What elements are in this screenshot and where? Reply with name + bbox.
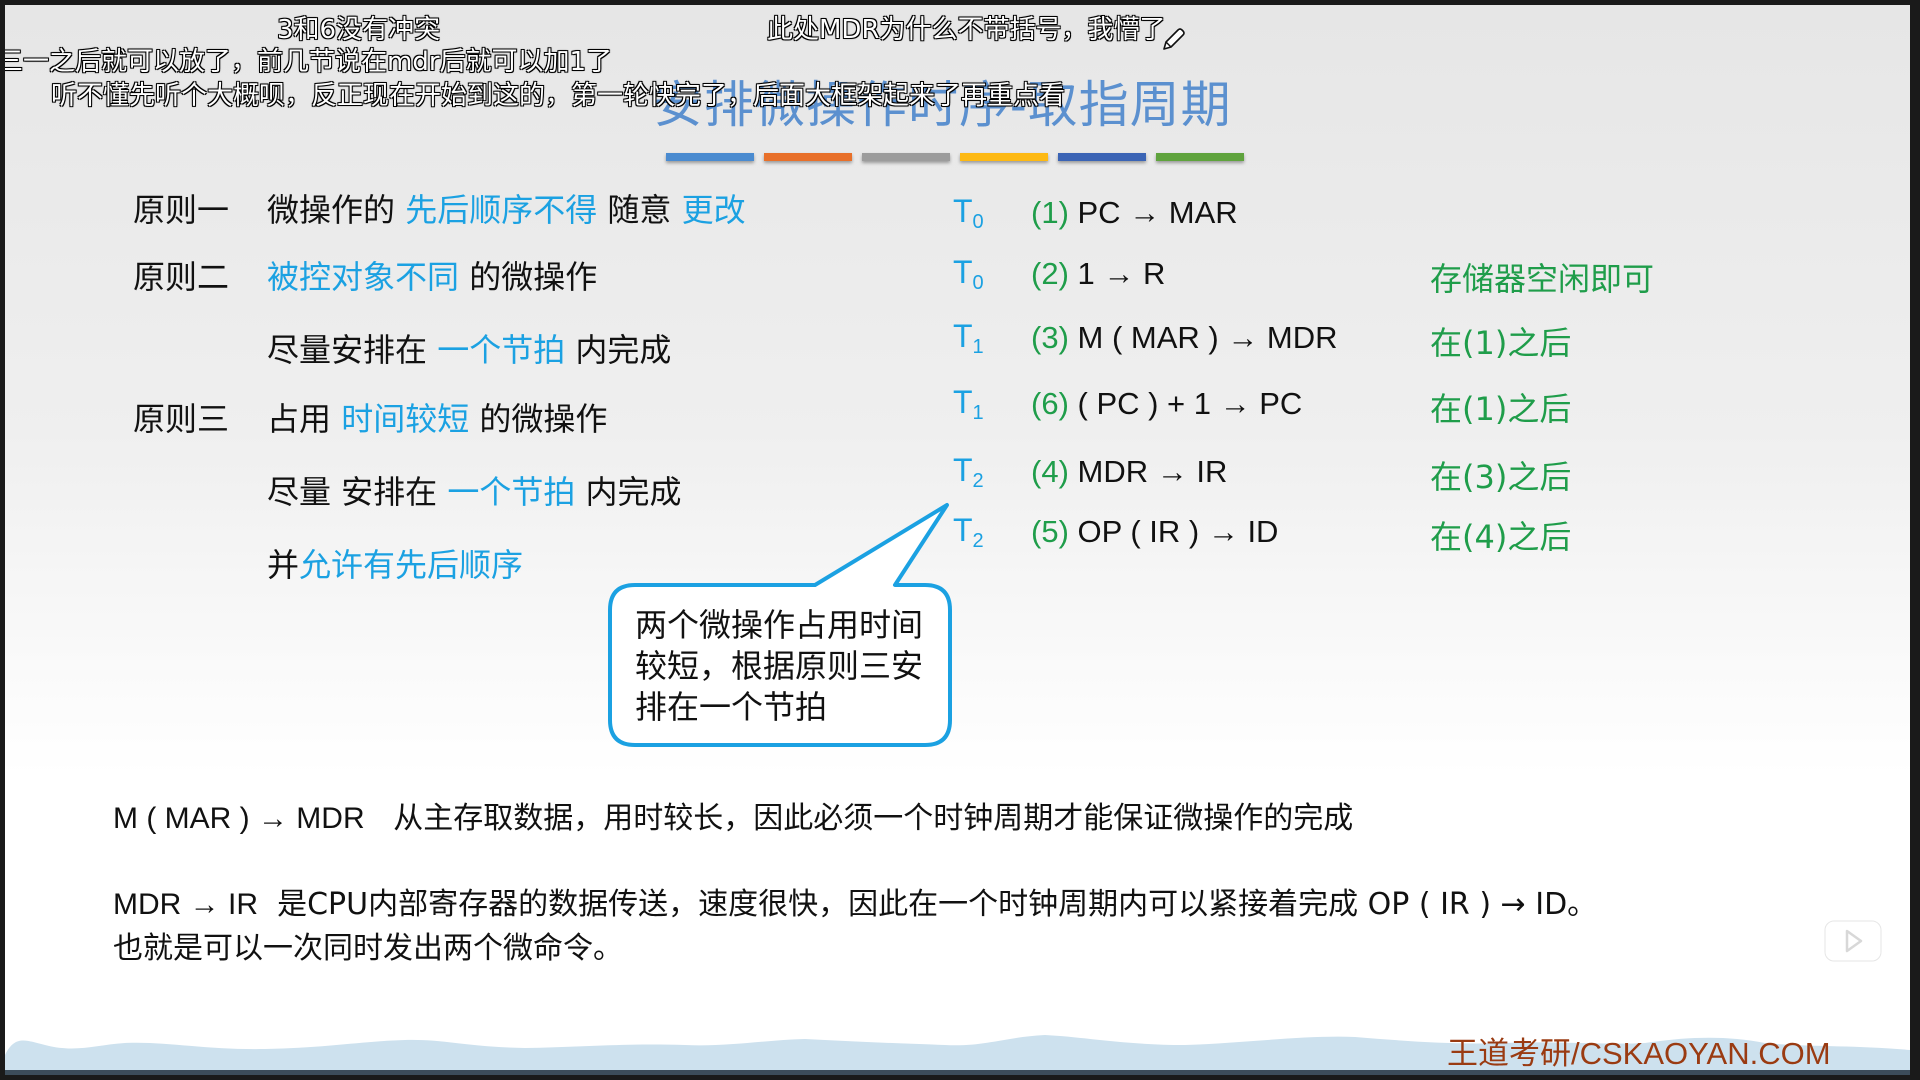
plain-phrase: 的微操作 — [459, 258, 598, 296]
brand-watermark: 王道考研/CSKAOYAN.COM — [1447, 1036, 1831, 1071]
micro-op: (1) PC → MAR — [1031, 195, 1238, 231]
timing-subscript: 2 — [972, 470, 984, 492]
highlighted-phrase: 一个节拍 — [437, 331, 566, 369]
highlighted-phrase: 一个节拍 — [447, 473, 576, 511]
micro-op-number: (1) — [1031, 195, 1069, 230]
timing-letter: T — [953, 318, 973, 354]
pencil-icon[interactable] — [1160, 27, 1186, 53]
micro-op-expression: MDR → IR — [1068, 454, 1228, 489]
principle-text: 尽量安排在 一个节拍 内完成 — [267, 325, 671, 371]
title-color-bar — [960, 153, 1048, 161]
micro-op-expression: ( PC ) + 1 → PC — [1068, 386, 1303, 421]
highlighted-phrase: 先后顺序不得 — [405, 191, 598, 229]
plain-phrase: 内完成 — [565, 331, 672, 369]
title-color-bar — [764, 153, 852, 161]
timing-label: T0 — [953, 193, 984, 234]
highlighted-phrase: 更改 — [681, 191, 746, 229]
micro-op-expression: PC → MAR — [1068, 195, 1238, 230]
bilibili-tv-icon[interactable] — [1823, 910, 1883, 962]
title-color-bar — [1156, 153, 1244, 161]
plain-phrase: 尽量安排在 — [267, 331, 438, 369]
danmaku-comment: 听不懂先听个大概呗，反正现在开始到这的，第一轮快完了，后面大框架起来了再重点看 — [51, 81, 1066, 111]
highlighted-phrase: 允许有先后顺序 — [299, 546, 524, 584]
principle-text: 并允许有先后顺序 — [267, 540, 523, 586]
timing-subscript: 1 — [972, 402, 984, 424]
plain-phrase: 微操作的 — [267, 191, 406, 229]
danmaku-comment: 三一之后就可以放了，前几节说在mdr后就可以加1了 — [5, 47, 613, 77]
callout-text: 两个微操作占用时间较短，根据原则三安排在一个节拍 — [635, 606, 924, 726]
timing-subscript: 0 — [972, 272, 984, 294]
timing-letter: T — [953, 452, 973, 488]
explanation-2-text: 是CPU内部寄存器的数据传送，速度很快，因此在一个时钟周期内可以紧接着完成 OP… — [258, 887, 1598, 922]
micro-op: (2) 1 → R — [1031, 256, 1165, 292]
plain-phrase: 的微操作 — [469, 400, 608, 438]
principle-text: 被控对象不同 的微操作 — [267, 252, 597, 298]
title-color-bar — [666, 153, 754, 161]
micro-op-expression: M ( MAR ) → MDR — [1068, 320, 1338, 355]
ordering-note: 在(3)之后 — [1430, 458, 1572, 496]
timing-label: T1 — [953, 384, 984, 425]
highlighted-phrase: 被控对象不同 — [267, 258, 460, 296]
plain-phrase: 并 — [267, 546, 300, 584]
timing-label: T2 — [953, 452, 984, 493]
micro-op: (4) MDR → IR — [1031, 454, 1227, 490]
timing-label: T1 — [953, 318, 984, 359]
plain-phrase: 占用 — [267, 400, 342, 438]
explanation-1-text: 从主存取数据，用时较长，因此必须一个时钟周期才能保证微操作的完成 — [364, 801, 1354, 836]
explanation-1-op: M ( MAR ) → MDR — [113, 802, 365, 835]
timing-label: T0 — [953, 254, 984, 295]
micro-op-number: (2) — [1031, 256, 1069, 291]
plain-phrase: 随意 — [597, 191, 682, 229]
micro-op-number: (3) — [1031, 320, 1069, 355]
explanation-3: 也就是可以一次同时发出两个微命令。 — [113, 923, 623, 967]
principle-text: 占用 时间较短 的微操作 — [267, 394, 607, 440]
highlighted-phrase: 时间较短 — [341, 400, 470, 438]
slide: 安排微操作时序-取指周期 原则一 微操作的 先后顺序不得 随意 更改 原则二 被控对象… — [5, 5, 1910, 1075]
danmaku-comment: 此处MDR为什么不带括号，我懵了 — [767, 15, 1166, 45]
explanation-3-text: 也就是可以一次同时发出两个微命令。 — [113, 931, 623, 966]
micro-op: (5) OP ( IR ) → ID — [1031, 514, 1278, 550]
timing-letter: T — [953, 193, 973, 229]
ordering-note: 在(1)之后 — [1430, 324, 1572, 362]
title-color-bars — [666, 153, 1244, 161]
principle-text: 微操作的 先后顺序不得 随意 更改 — [267, 185, 746, 231]
micro-op-expression: OP ( IR ) → ID — [1068, 514, 1279, 549]
micro-op: (3) M ( MAR ) → MDR — [1031, 320, 1338, 356]
ordering-note: 在(4)之后 — [1430, 518, 1572, 556]
timing-subscript: 2 — [972, 530, 984, 552]
timing-subscript: 1 — [972, 336, 984, 358]
ordering-note: 在(1)之后 — [1430, 390, 1572, 428]
title-color-bar — [862, 153, 950, 161]
timing-subscript: 0 — [972, 211, 984, 233]
principle-label: 原则三 — [133, 400, 230, 438]
plain-phrase: 尽量 安排在 — [267, 473, 448, 511]
timing-letter: T — [953, 254, 973, 290]
micro-op-number: (5) — [1031, 514, 1069, 549]
explanation-2: MDR → IR 是CPU内部寄存器的数据传送，速度很快，因此在一个时钟周期内可… — [113, 879, 1597, 923]
principle-label: 原则二 — [133, 258, 230, 296]
explanation-2-op: MDR → IR — [113, 888, 258, 921]
micro-op: (6) ( PC ) + 1 → PC — [1031, 386, 1302, 422]
micro-op-number: (4) — [1031, 454, 1069, 489]
explanation-1: M ( MAR ) → MDR 从主存取数据，用时较长，因此必须一个时钟周期才能… — [113, 793, 1353, 837]
timing-letter: T — [953, 384, 973, 420]
micro-op-number: (6) — [1031, 386, 1069, 421]
micro-op-expression: 1 → R — [1068, 256, 1166, 291]
ordering-note: 存储器空闲即可 — [1430, 260, 1655, 298]
title-color-bar — [1058, 153, 1146, 161]
principle-label: 原则一 — [133, 191, 230, 229]
